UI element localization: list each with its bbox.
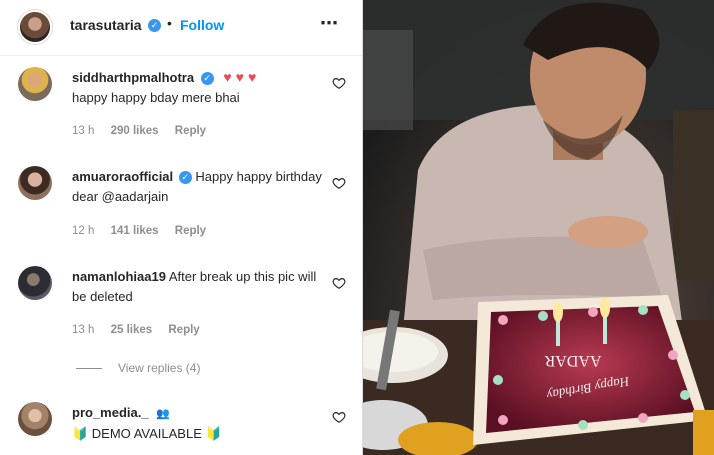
commenter-avatar[interactable]	[18, 266, 52, 300]
comment-meta: 13 h 25 likes Reply	[72, 324, 213, 336]
post-header: tarasutaria ✓ • Follow ⋯	[0, 0, 362, 56]
hearts-emoji: ♥♥♥	[223, 69, 261, 85]
orange-item	[693, 410, 714, 455]
comments-panel: tarasutaria ✓ • Follow ⋯ siddharthpmalho…	[0, 0, 362, 455]
follow-button[interactable]: Follow	[180, 17, 224, 33]
comment-text: happy happy bday mere bhai	[72, 90, 240, 105]
author-avatar[interactable]	[18, 10, 52, 44]
comment-time: 13 h	[72, 125, 95, 137]
photo-illustration: AADAR Happy Birthday	[363, 0, 714, 455]
view-replies-label: View replies (4)	[118, 361, 201, 375]
view-replies-button[interactable]: View replies (4)	[76, 361, 200, 375]
verified-badge-icon: ✓	[178, 171, 192, 185]
candle	[556, 318, 560, 346]
comment-username[interactable]: siddharthpmalhotra	[72, 70, 194, 85]
commenter-avatar[interactable]	[18, 402, 52, 436]
verified-badge-icon: ✓	[148, 19, 161, 32]
reply-button[interactable]: Reply	[175, 225, 206, 237]
candle	[603, 316, 607, 344]
chair	[673, 110, 714, 280]
comment-likes[interactable]: 25 likes	[111, 324, 153, 336]
folded-arms	[423, 236, 663, 300]
like-heart-icon[interactable]	[332, 276, 346, 290]
author-username[interactable]: tarasutaria	[70, 17, 142, 33]
post-photo[interactable]: AADAR Happy Birthday	[363, 0, 714, 455]
header-separator: •	[167, 15, 172, 31]
comment-text: 🔰 DEMO AVAILABLE 🔰	[72, 426, 222, 441]
candle-flame	[600, 298, 610, 318]
hand	[568, 216, 648, 248]
comment-time: 13 h	[72, 324, 95, 336]
verified-badge-icon: ✓	[200, 72, 214, 86]
candle-flame	[553, 302, 563, 322]
commenter-avatar[interactable]	[18, 166, 52, 200]
commenter-avatar[interactable]	[18, 67, 52, 101]
group-badge-icon: 👥	[156, 408, 170, 420]
reply-button[interactable]: Reply	[168, 324, 199, 336]
comment-body: amuaroraofficial ✓ Happy happy birthday …	[72, 167, 322, 207]
comment-username[interactable]: pro_media._	[72, 405, 149, 420]
comment-username[interactable]: amuaroraofficial	[72, 169, 173, 184]
comment-meta: 12 h 141 likes Reply	[72, 225, 219, 237]
like-heart-icon[interactable]	[332, 76, 346, 90]
view-replies-line	[76, 367, 102, 369]
comment-meta: 13 h 290 likes Reply	[72, 125, 219, 137]
comment-body: pro_media._ 👥 🔰 DEMO AVAILABLE 🔰	[72, 403, 322, 444]
comment-time: 12 h	[72, 225, 95, 237]
like-heart-icon[interactable]	[332, 176, 346, 190]
more-options-icon[interactable]: ⋯	[320, 13, 339, 34]
comment-likes[interactable]: 290 likes	[111, 125, 159, 137]
reply-button[interactable]: Reply	[175, 125, 206, 137]
comment-username[interactable]: namanlohiaa19	[72, 269, 166, 284]
comment-body: siddharthpmalhotra ✓ ♥♥♥ happy happy bda…	[72, 67, 322, 108]
comment-likes[interactable]: 141 likes	[111, 225, 159, 237]
cake-name-text: AADAR	[544, 352, 601, 369]
comment-body: namanlohiaa19 After break up this pic wi…	[72, 267, 322, 307]
glass-box	[363, 30, 413, 130]
like-heart-icon[interactable]	[332, 410, 346, 424]
